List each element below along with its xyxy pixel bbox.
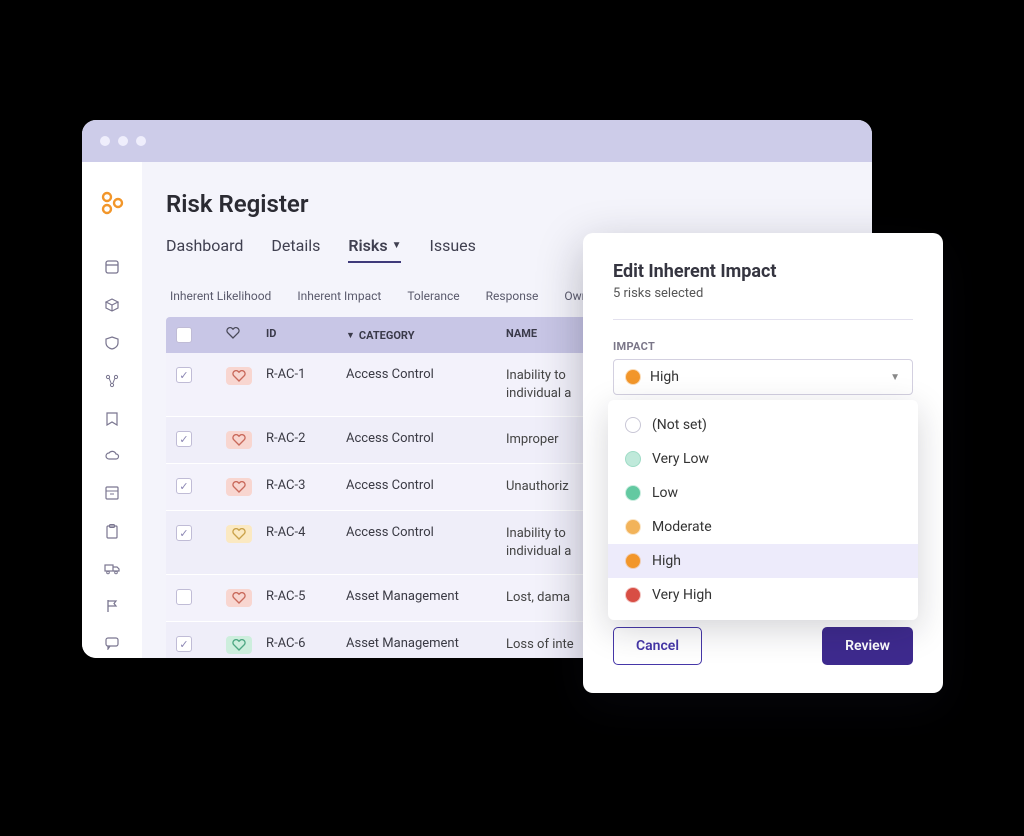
row-id: R-AC-1: [266, 367, 346, 382]
row-checkbox[interactable]: [176, 636, 192, 652]
health-pill-icon: [226, 478, 252, 496]
window-dot: [100, 136, 110, 146]
impact-option-label: Moderate: [652, 519, 712, 535]
review-button[interactable]: Review: [822, 627, 913, 665]
health-pill-icon: [226, 589, 252, 607]
tab-risks-label: Risks: [348, 236, 387, 255]
impact-option-label: (Not set): [652, 417, 707, 433]
window-dot: [118, 136, 128, 146]
health-pill-icon: [226, 367, 252, 385]
row-id: R-AC-6: [266, 636, 346, 651]
edit-impact-modal: Edit Inherent Impact 5 risks selected IM…: [583, 233, 943, 693]
row-id: R-AC-5: [266, 589, 346, 604]
impact-option-label: Very High: [652, 587, 712, 603]
row-id: R-AC-2: [266, 431, 346, 446]
nav-truck-icon[interactable]: [104, 563, 120, 575]
nav-dashboard-icon[interactable]: [104, 260, 120, 274]
row-category: Asset Management: [346, 589, 506, 604]
impact-option-vlow[interactable]: Very Low: [608, 442, 918, 476]
page-title: Risk Register: [166, 190, 872, 218]
impact-selected-value: High: [650, 369, 679, 385]
row-category: Access Control: [346, 367, 506, 382]
row-checkbox[interactable]: [176, 589, 192, 605]
impact-bullet-icon: [626, 418, 640, 432]
nav-cloud-icon[interactable]: [104, 450, 120, 462]
impact-option-label: Low: [652, 485, 678, 501]
impact-field-label: IMPACT: [613, 340, 913, 353]
modal-subtitle: 5 risks selected: [613, 286, 913, 301]
select-all-checkbox[interactable]: [176, 327, 192, 343]
modal-title: Edit Inherent Impact: [613, 261, 913, 282]
column-id[interactable]: ID: [266, 327, 346, 343]
row-category: Access Control: [346, 431, 506, 446]
tab-issues[interactable]: Issues: [429, 236, 475, 263]
impact-bullet-icon: [626, 370, 640, 384]
nav-network-icon[interactable]: [104, 374, 120, 388]
tab-dashboard[interactable]: Dashboard: [166, 236, 243, 263]
column-health-icon: [226, 327, 266, 343]
window-dot: [136, 136, 146, 146]
chevron-down-icon: ▼: [890, 372, 900, 383]
filter-tolerance[interactable]: Tolerance: [407, 289, 459, 303]
window-titlebar: [82, 120, 872, 162]
row-category: Access Control: [346, 525, 506, 540]
modal-divider: [613, 319, 913, 320]
cancel-button[interactable]: Cancel: [613, 627, 702, 665]
nav-clipboard-icon[interactable]: [104, 524, 120, 539]
impact-option-label: High: [652, 553, 681, 569]
nav-bookmark-icon[interactable]: [104, 412, 120, 426]
filter-likelihood[interactable]: Inherent Likelihood: [170, 289, 271, 303]
tab-details[interactable]: Details: [271, 236, 320, 263]
row-checkbox[interactable]: [176, 367, 192, 383]
health-pill-icon: [226, 636, 252, 654]
column-category[interactable]: ▼CATEGORY: [346, 327, 506, 343]
row-checkbox[interactable]: [176, 478, 192, 494]
impact-option-notset[interactable]: (Not set): [608, 408, 918, 442]
nav-shield-icon[interactable]: [104, 336, 120, 350]
impact-dropdown: (Not set) Very Low Low Moderate High Very Hig…: [608, 400, 918, 620]
side-rail: [82, 162, 142, 658]
impact-option-vhigh[interactable]: Very High: [608, 578, 918, 612]
row-category: Access Control: [346, 478, 506, 493]
tab-risks[interactable]: Risks ▼: [348, 236, 401, 263]
impact-option-label: Very Low: [652, 451, 709, 467]
row-category: Asset Management: [346, 636, 506, 651]
filter-response[interactable]: Response: [486, 289, 539, 303]
nav-archive-icon[interactable]: [104, 486, 120, 500]
impact-bullet-icon: [626, 554, 640, 568]
chevron-down-icon: ▼: [392, 240, 402, 251]
filter-impact[interactable]: Inherent Impact: [297, 289, 381, 303]
row-checkbox[interactable]: [176, 431, 192, 447]
health-pill-icon: [226, 431, 252, 449]
impact-bullet-icon: [626, 486, 640, 500]
nav-flag-icon[interactable]: [104, 599, 120, 613]
row-id: R-AC-4: [266, 525, 346, 540]
impact-select[interactable]: High ▼ (Not set)Very LowLowModerateHighV…: [613, 359, 913, 395]
impact-bullet-icon: [626, 520, 640, 534]
impact-option-high[interactable]: High: [608, 544, 918, 578]
impact-bullet-icon: [626, 588, 640, 602]
nav-cube-icon[interactable]: [104, 298, 120, 312]
health-pill-icon: [226, 525, 252, 543]
impact-option-low[interactable]: Low: [608, 476, 918, 510]
impact-bullet-icon: [626, 452, 640, 466]
app-logo-icon: [99, 190, 125, 220]
row-checkbox[interactable]: [176, 525, 192, 541]
nav-chat-icon[interactable]: [104, 637, 120, 650]
impact-option-mod[interactable]: Moderate: [608, 510, 918, 544]
row-id: R-AC-3: [266, 478, 346, 493]
